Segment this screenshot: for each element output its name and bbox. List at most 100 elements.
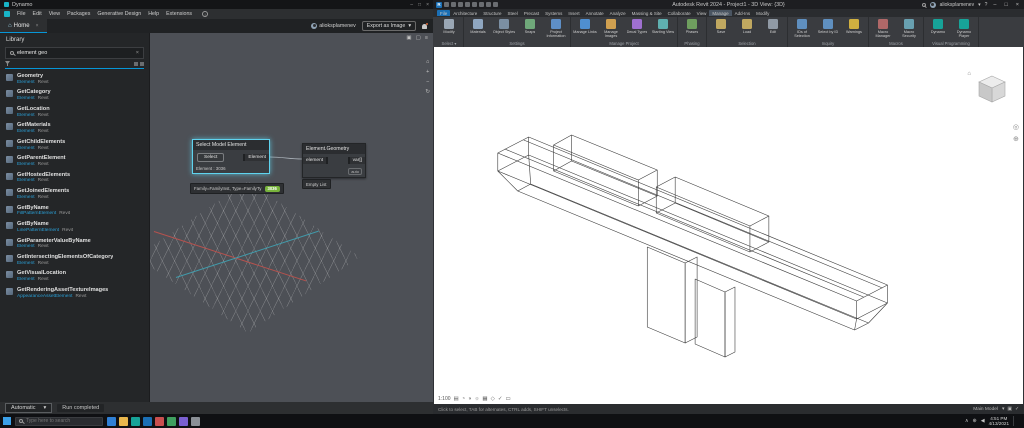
crop-region-icon[interactable]: ◇ [491,396,495,402]
library-item[interactable]: Geometry Element Revit [0,71,149,87]
info-icon[interactable]: i [202,11,209,17]
taskbar-app-sheets[interactable] [167,416,176,426]
taskbar-app-file-explorer[interactable] [119,416,128,426]
ribbon-button[interactable]: Dynamo Player [952,18,976,38]
notifications-bell-icon[interactable] [422,22,428,29]
ribbon-tab[interactable]: Massing & Site [629,10,665,16]
ribbon-button[interactable]: Starting View [651,18,675,34]
library-item[interactable]: GetIntersectingElementsOfCategory Elemen… [0,252,149,268]
taskbar-app-dynamo[interactable] [131,416,140,426]
ribbon-button[interactable]: Macro Manager [871,18,895,38]
ribbon-button[interactable]: Materials [466,18,490,34]
library-item[interactable]: GetParameterValueByName Element Revit [0,236,149,252]
ribbon-button[interactable]: Project Information [544,18,568,38]
file-menu-icon[interactable] [444,2,449,7]
export-as-image-button[interactable]: Export as Image ▾ [361,21,416,31]
ribbon-button[interactable]: Modify [437,18,461,34]
tab-close-icon[interactable]: × [36,23,39,29]
menu-item[interactable]: Packages [64,11,93,17]
panel-caption[interactable]: Select ▾ [437,40,461,48]
start-button[interactable] [3,417,11,425]
action-center-button[interactable] [1013,416,1021,426]
editable-only-icon[interactable]: ▣ [1007,407,1012,412]
panel-caption[interactable]: Visual Programming [926,40,976,48]
ribbon-button[interactable]: Dynamo [926,18,950,34]
close-button[interactable]: × [426,2,429,8]
zoom-out-icon[interactable]: − [425,79,430,85]
panel-caption[interactable]: Phasing [680,40,704,48]
ribbon-button[interactable]: Snaps [518,18,542,34]
volume-icon[interactable]: ◀ [981,418,985,424]
ribbon-button[interactable]: Manage Links [573,18,597,34]
select-button[interactable]: Select [197,153,225,162]
library-item[interactable]: GetMaterials Element Revit [0,120,149,136]
taskbar-app-browser[interactable] [107,416,116,426]
ribbon-button[interactable]: Manage Images [599,18,623,38]
ribbon-tab[interactable]: Add-Ins [732,10,754,16]
library-item[interactable]: GetByName LinePatternElement Revit [0,219,149,235]
library-item[interactable]: GetJoinedElements Element Revit [0,186,149,202]
menu-item[interactable]: Edit [30,11,45,17]
redo-icon[interactable] [479,2,484,7]
ribbon-tab[interactable]: Precast [521,10,542,16]
menu-item[interactable]: Extensions [163,11,195,17]
empty-list-bubble[interactable]: Empty List [302,179,331,189]
steering-wheel-icon[interactable]: ◎ [1013,123,1019,131]
shadows-icon[interactable]: ◑ [468,396,471,402]
watch-preview-bubble[interactable]: Family=FamilyInst, Type=FamilyTy 3036 [190,183,284,194]
viewcube-home-icon[interactable]: ⌂ [967,71,971,77]
ribbon-button[interactable]: Load [735,18,759,34]
taskbar-app-teams[interactable] [179,416,188,426]
minimize-button[interactable]: – [991,2,998,8]
ribbon-tab[interactable]: File [437,10,451,16]
zoom-window-icon[interactable]: ▢ [416,35,421,41]
library-item[interactable]: GetHostedElements Element Revit [0,170,149,186]
library-item[interactable]: GetRenderingAssetTextureImages Appearanc… [0,285,149,301]
taskbar-app-settings[interactable] [191,416,200,426]
ribbon-tab[interactable]: Manage [709,10,732,16]
library-search[interactable]: × [5,47,144,59]
maximize-button[interactable]: □ [1002,2,1009,8]
menu-item[interactable]: File [14,11,29,17]
maximize-button[interactable]: □ [418,2,421,8]
undo-icon[interactable] [472,2,477,7]
dynamo-canvas[interactable]: Select Model Element Select Element Elem… [150,33,433,402]
taskbar-search[interactable] [15,416,103,426]
input-port-element[interactable]: element [303,157,329,164]
library-search-input[interactable] [17,50,133,56]
zoom-icon[interactable]: ⊕ [1013,135,1019,143]
ribbon-button[interactable]: Decal Types [625,18,649,34]
fit-view-icon[interactable]: ▣ [406,35,411,41]
ribbon-tab[interactable]: Annotate [583,10,607,16]
ribbon-tab[interactable]: Steel [505,10,521,16]
save-icon[interactable] [458,2,463,7]
sun-path-icon[interactable]: ☼ [474,396,479,402]
ribbon-button[interactable]: IDs of Selection [790,18,814,38]
taskbar-app-mail[interactable] [155,416,164,426]
lacing-indicator[interactable]: auto [348,168,362,175]
taskbar-app-revit[interactable] [143,416,152,426]
ribbon-tab[interactable]: Structure [480,10,504,16]
menu-item[interactable]: View [46,11,63,17]
menu-item[interactable]: Generative Design [94,11,144,17]
detail-level-icon[interactable]: ▤ [454,396,459,402]
select-model-element-node[interactable]: Select Model Element Select Element Elem… [192,139,270,174]
open-icon[interactable] [451,2,456,7]
library-item[interactable]: GetCategory Element Revit [0,87,149,103]
menu-item[interactable]: Help [145,11,162,17]
search-icon[interactable] [921,2,926,7]
tray-expand-icon[interactable]: ∧ [965,418,969,424]
library-item[interactable]: GetVisualLocation Element Revit [0,268,149,284]
list-view-icon[interactable] [134,61,138,66]
filter-icon[interactable]: ✓ [1015,407,1019,412]
ribbon-button[interactable]: Warnings [842,18,866,34]
orbit-icon[interactable]: ↻ [425,89,430,95]
library-item[interactable]: GetLocation Element Revit [0,104,149,120]
viewcube[interactable] [975,73,1009,107]
visual-style-icon[interactable]: ◔ [462,396,465,402]
minimize-button[interactable]: – [410,2,413,8]
sync-icon[interactable] [465,2,470,7]
panel-caption[interactable]: Inquiry [790,40,866,48]
close-button[interactable]: × [1014,2,1021,8]
reveal-hidden-icon[interactable]: ✓ [498,396,503,402]
